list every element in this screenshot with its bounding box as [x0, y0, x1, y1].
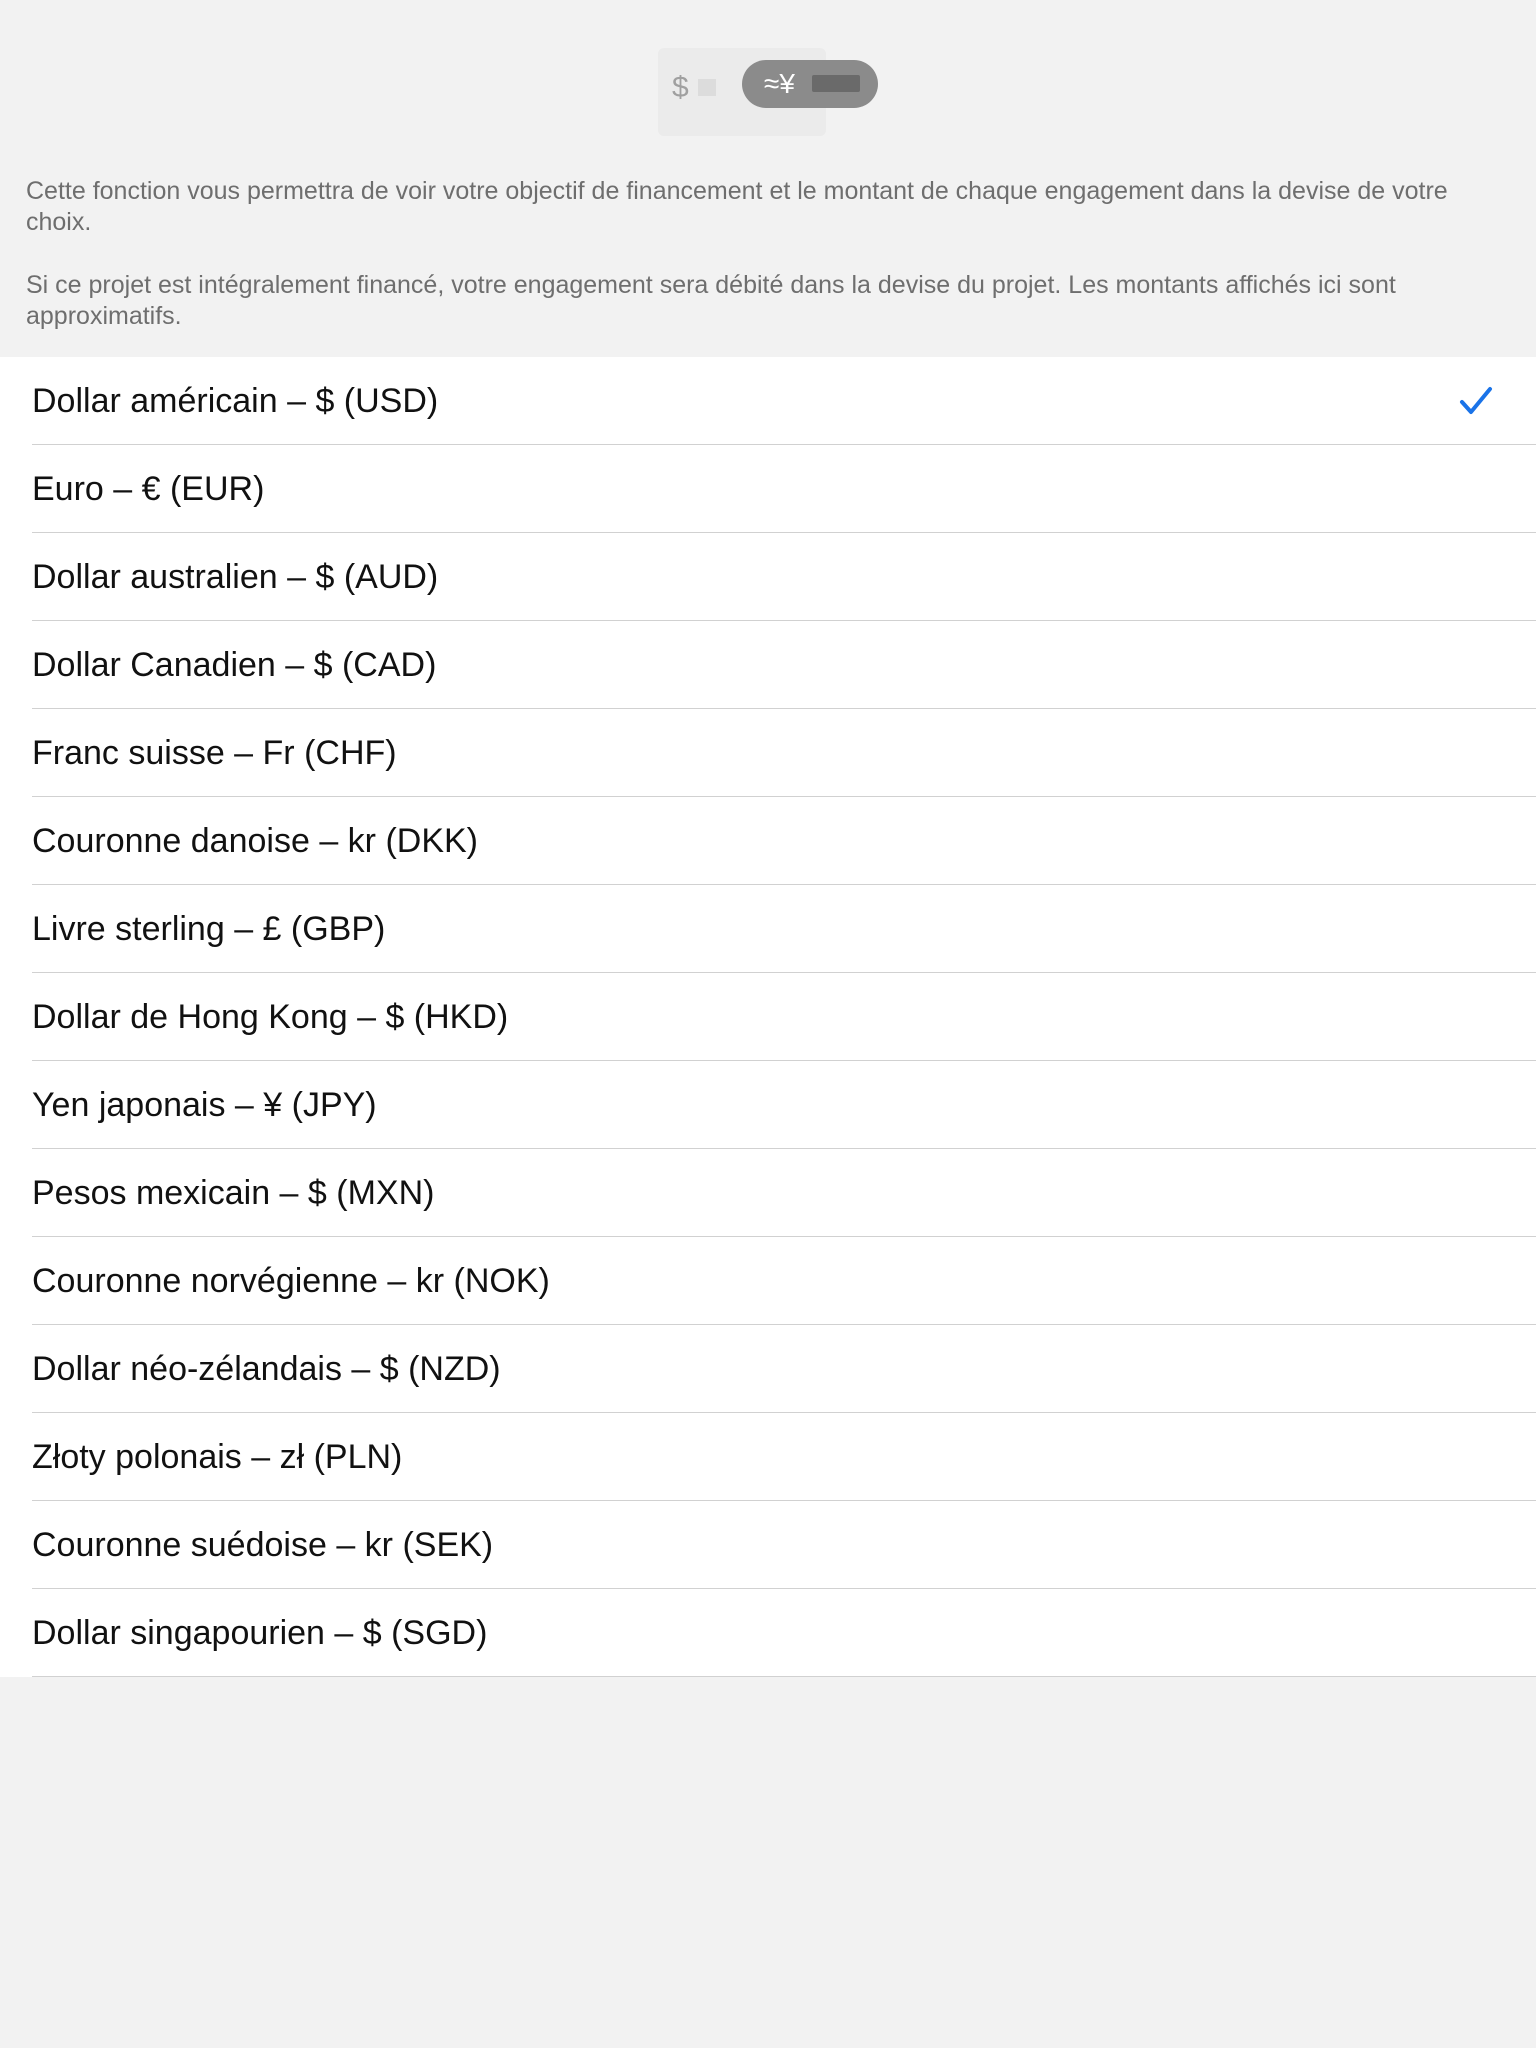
currency-row[interactable]: Pesos mexicain – $ (MXN): [0, 1149, 1536, 1237]
currency-label: Euro – € (EUR): [32, 470, 265, 508]
currency-row[interactable]: Dollar de Hong Kong – $ (HKD): [0, 973, 1536, 1061]
currency-row[interactable]: Franc suisse – Fr (CHF): [0, 709, 1536, 797]
currency-row[interactable]: Yen japonais – ¥ (JPY): [0, 1061, 1536, 1149]
currency-label: Dollar australien – $ (AUD): [32, 558, 439, 596]
currency-row[interactable]: Dollar australien – $ (AUD): [0, 533, 1536, 621]
currency-label: Pesos mexicain – $ (MXN): [32, 1174, 435, 1212]
currency-header: $ ≈¥ Cette fonction vous permettra de vo…: [0, 0, 1536, 357]
currency-label: Couronne danoise – kr (DKK): [32, 822, 479, 860]
currency-label: Livre sterling – £ (GBP): [32, 910, 386, 948]
currency-conversion-illustration: $ ≈¥: [658, 46, 880, 138]
currency-row[interactable]: Couronne danoise – kr (DKK): [0, 797, 1536, 885]
currency-label: Couronne suédoise – kr (SEK): [32, 1526, 494, 1564]
currency-row[interactable]: Couronne norvégienne – kr (NOK): [0, 1237, 1536, 1325]
yen-icon: ≈¥: [764, 68, 795, 99]
currency-row[interactable]: Złoty polonais – zł (PLN): [0, 1413, 1536, 1501]
currency-label: Złoty polonais – zł (PLN): [32, 1438, 403, 1476]
currency-label: Dollar singapourien – $ (SGD): [32, 1614, 488, 1652]
currency-row[interactable]: Livre sterling – £ (GBP): [0, 885, 1536, 973]
amount-placeholder: [698, 79, 716, 96]
currency-row[interactable]: Dollar américain – $ (USD): [0, 357, 1536, 445]
currency-description: Cette fonction vous permettra de voir vo…: [26, 176, 1516, 364]
currency-label: Franc suisse – Fr (CHF): [32, 734, 397, 772]
dollar-icon: $: [672, 71, 689, 104]
amount-placeholder: [812, 75, 860, 92]
currency-row[interactable]: Couronne suédoise – kr (SEK): [0, 1501, 1536, 1589]
currency-row[interactable]: Dollar Canadien – $ (CAD): [0, 621, 1536, 709]
currency-label: Yen japonais – ¥ (JPY): [32, 1086, 377, 1124]
currency-label: Dollar de Hong Kong – $ (HKD): [32, 998, 509, 1036]
currency-row[interactable]: Dollar singapourien – $ (SGD): [0, 1589, 1536, 1677]
currency-label: Dollar américain – $ (USD): [32, 382, 439, 420]
currency-row[interactable]: Euro – € (EUR): [0, 445, 1536, 533]
description-paragraph: Si ce projet est intégralement financé, …: [26, 271, 1396, 330]
yen-pill: ≈¥: [742, 60, 878, 108]
currency-list: Dollar américain – $ (USD) Euro – € (EUR)…: [0, 357, 1536, 1677]
currency-label: Couronne norvégienne – kr (NOK): [32, 1262, 550, 1300]
checkmark-icon: [1460, 387, 1492, 414]
currency-label: Dollar Canadien – $ (CAD): [32, 646, 437, 684]
currency-label: Dollar néo-zélandais – $ (NZD): [32, 1350, 501, 1388]
description-paragraph: Cette fonction vous permettra de voir vo…: [26, 177, 1448, 236]
currency-row[interactable]: Dollar néo-zélandais – $ (NZD): [0, 1325, 1536, 1413]
